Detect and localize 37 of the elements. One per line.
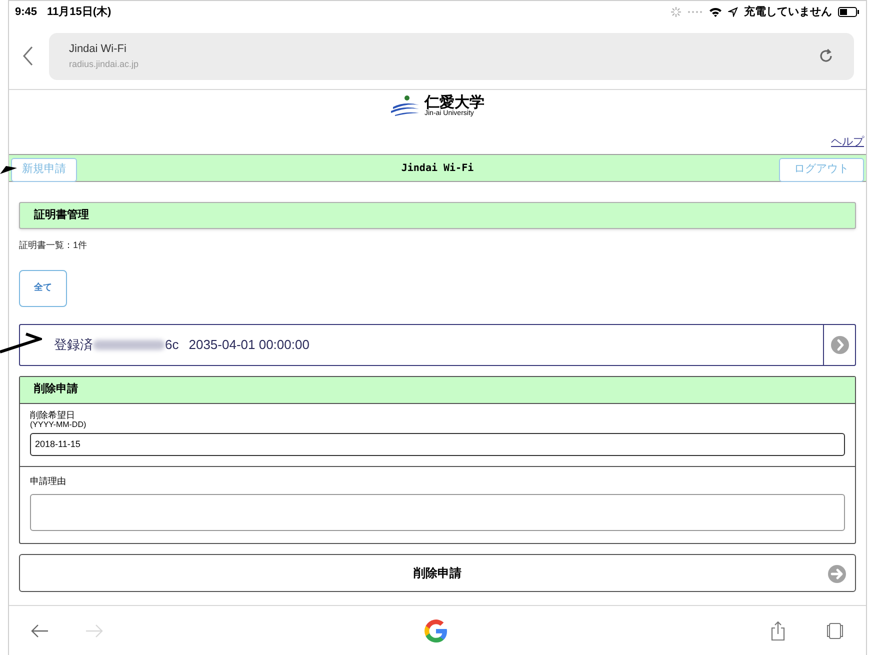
date-label: 削除希望日 (30, 410, 76, 420)
reason-field[interactable] (30, 494, 845, 531)
section-title: 証明書管理 (34, 208, 89, 224)
back-icon[interactable] (21, 45, 35, 67)
reason-label: 申請理由 (30, 474, 67, 488)
activity-icon (671, 7, 681, 17)
wifi-icon (709, 7, 722, 17)
tabs-icon[interactable] (826, 622, 844, 640)
section-title: 削除申請 (34, 382, 78, 398)
logo-name: 仁愛大学 (424, 95, 484, 110)
share-icon[interactable] (770, 620, 786, 640)
reload-icon[interactable] (818, 48, 834, 64)
header-title: Jindai Wi-Fi (401, 162, 474, 176)
battery-icon (838, 7, 860, 17)
location-icon (728, 7, 738, 17)
certificate-row[interactable]: 登録済 6c 2035-04-01 00:00:00 (19, 324, 856, 366)
certificate-status: 登録済 (54, 336, 93, 354)
help-link[interactable]: ヘルプ (831, 134, 864, 150)
annotation-arrow (0, 165, 18, 177)
page-title: Jindai Wi-Fi (69, 42, 128, 57)
certificate-expiry: 2035-04-01 00:00:00 (188, 336, 310, 354)
certificate-id: 6c (165, 336, 179, 354)
signal-dots-icon (687, 10, 703, 14)
status-time: 9:45 (15, 4, 38, 20)
chevron-right-icon (830, 334, 850, 354)
page-url: radius.jindai.ac.jp (69, 58, 139, 71)
date-format-hint: (YYYY-MM-DD) (30, 420, 88, 428)
date-field[interactable]: 2018-11-15 (30, 432, 845, 456)
filter-all-button[interactable]: 全て (19, 270, 67, 306)
address-bar[interactable]: Jindai Wi-Fi radius.jindai.ac.jp (49, 32, 854, 80)
delete-request-button[interactable]: 削除申請 (19, 554, 856, 592)
arrow-right-icon (827, 564, 847, 584)
back-arrow-icon[interactable] (31, 624, 49, 638)
logo-icon (390, 95, 420, 117)
status-date: 11月15日(木) (47, 4, 112, 20)
charging-status: 充電していません (744, 4, 832, 20)
certificate-count: 証明書一覧：1件 (19, 239, 88, 252)
